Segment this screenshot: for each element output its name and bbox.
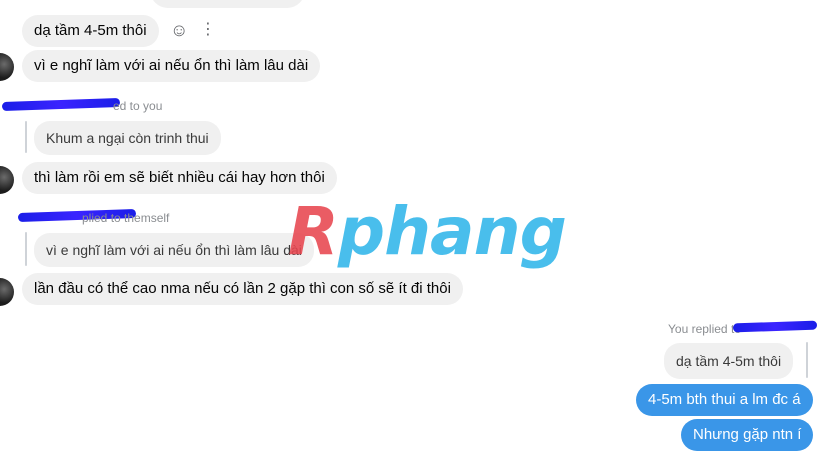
incoming-message-4[interactable]: lần đầu có thể cao nma nếu có lần 2 gặp … <box>22 273 463 305</box>
outgoing-message-1[interactable]: 4-5m bth thui a lm đc á <box>636 384 813 416</box>
reply-meta-1: ed to you <box>113 99 163 113</box>
reply-quote-bar <box>25 232 27 266</box>
reply-meta-3: You replied to <box>668 322 741 336</box>
more-vertical-icon[interactable]: ⋮ <box>200 22 216 38</box>
redaction-scribble <box>1 97 121 112</box>
incoming-message-1[interactable]: dạ tầm 4-5m thôi <box>22 15 159 47</box>
reply-quote-3[interactable]: dạ tầm 4-5m thôi <box>664 343 794 379</box>
avatar[interactable] <box>0 278 14 306</box>
reply-quote-bar <box>806 342 808 378</box>
reply-quote-1[interactable]: Khum a ngại còn trinh thui <box>34 121 221 155</box>
watermark-logo: Rphang <box>288 193 567 270</box>
smiley-icon[interactable]: ☺ <box>170 21 188 39</box>
avatar[interactable] <box>0 53 14 81</box>
incoming-message-2[interactable]: vì e nghĩ làm với ai nếu ổn thì làm lâu … <box>22 50 321 82</box>
avatar[interactable] <box>0 166 14 194</box>
incoming-message-3[interactable]: thì làm rồi em sẽ biết nhiều cái hay hơn… <box>22 162 337 194</box>
reply-quote-bar <box>25 121 27 153</box>
message-bubble-cutoff <box>150 0 305 8</box>
outgoing-message-2[interactable]: Nhưng gặp ntn í <box>681 419 814 451</box>
redaction-scribble <box>732 320 818 333</box>
reply-meta-2: plied to themself <box>82 211 170 225</box>
reply-quote-2[interactable]: vì e nghĩ làm với ai nếu ổn thì làm lâu … <box>34 233 314 267</box>
